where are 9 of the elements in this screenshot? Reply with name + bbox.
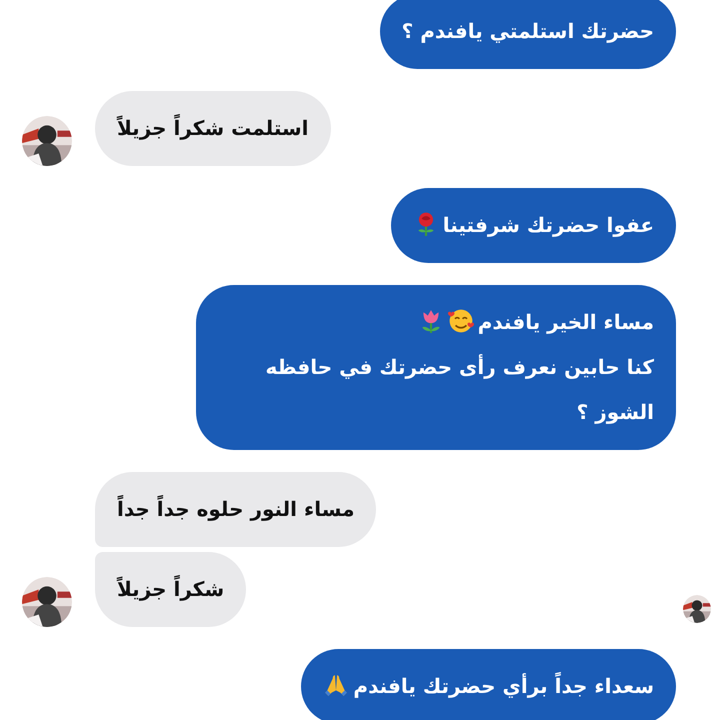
message-text: عفوا حضرتك شرفتينا — [442, 213, 654, 237]
smiling-face-icon — [448, 308, 474, 334]
message-text: استلمت شكراً جزيلاً — [117, 116, 309, 140]
message-text: شكراً جزيلاً — [117, 577, 224, 601]
message-text: مساء الخير يافندم — [478, 310, 654, 334]
message-text: سعداء جداً برأي حضرتك يافندم — [353, 674, 654, 698]
message-text: مساء النور حلوه جداً جداً — [117, 497, 354, 521]
message-text: حضرتك استلمتي يافندم ؟ — [402, 19, 654, 43]
message-text: كنا حابين نعرف رأى حضرتك في حافظه الشوز ؟ — [265, 355, 654, 424]
